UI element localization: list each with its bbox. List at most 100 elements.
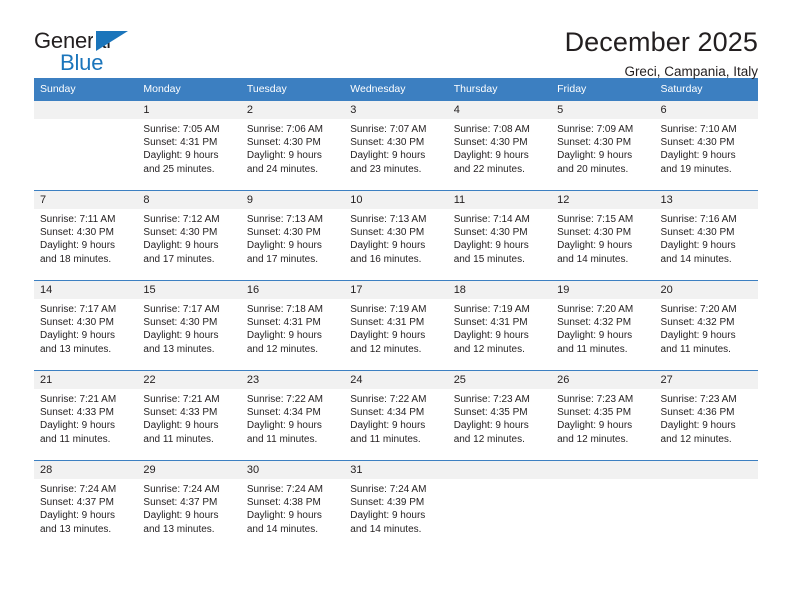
sunrise-text: Sunrise: 7:20 AM bbox=[557, 304, 634, 315]
day-cell[interactable]: 15 Sunrise: 7:17 AM Sunset: 4:30 PM Dayligh… bbox=[137, 280, 241, 370]
day-cell[interactable]: 26 Sunrise: 7:23 AM Sunset: 4:35 PM Dayligh… bbox=[551, 370, 655, 460]
calendar-week-row: 7 Sunrise: 7:11 AM Sunset: 4:30 PM Daylight… bbox=[34, 190, 758, 280]
day-cell[interactable]: 10 Sunrise: 7:13 AM Sunset: 4:30 PM Dayligh… bbox=[344, 190, 448, 280]
daylight-text-line1: Daylight: 9 hours bbox=[246, 510, 322, 522]
day-cell[interactable]: 20 Sunrise: 7:20 AM Sunset: 4:32 PM Dayligh… bbox=[654, 280, 758, 370]
day-cell[interactable]: 4 Sunrise: 7:08 AM Sunset: 4:30 PM Daylight… bbox=[447, 100, 552, 190]
sunrise-text: Sunrise: 7:23 AM bbox=[453, 394, 530, 405]
day-details: Sunrise: 7:20 AM Sunset: 4:32 PM Daylight:… bbox=[551, 299, 654, 356]
day-cell[interactable]: 24 Sunrise: 7:22 AM Sunset: 4:34 PM Dayligh… bbox=[344, 370, 448, 460]
day-cell[interactable]: 14 Sunrise: 7:17 AM Sunset: 4:30 PM Dayligh… bbox=[34, 280, 138, 370]
sunrise-text: Sunrise: 7:23 AM bbox=[660, 394, 737, 405]
daylight-text-line1: Daylight: 9 hours bbox=[143, 150, 219, 162]
daylight-text-line2: and 11 minutes. bbox=[557, 343, 628, 355]
day-cell[interactable]: 9 Sunrise: 7:13 AM Sunset: 4:30 PM Daylight… bbox=[240, 190, 345, 280]
general-blue-logo: General Blue bbox=[34, 28, 154, 82]
day-cell[interactable]: 21 Sunrise: 7:21 AM Sunset: 4:33 PM Dayligh… bbox=[34, 370, 138, 460]
daylight-text-line2: and 12 minutes. bbox=[453, 433, 525, 445]
daylight-text-line1: Daylight: 9 hours bbox=[453, 330, 529, 342]
sunrise-text: Sunrise: 7:20 AM bbox=[660, 304, 737, 315]
daylight-text-line1: Daylight: 9 hours bbox=[557, 330, 633, 342]
daylight-text-line1: Daylight: 9 hours bbox=[143, 510, 219, 522]
day-number: 30 bbox=[240, 461, 345, 479]
day-details: Sunrise: 7:21 AM Sunset: 4:33 PM Daylight:… bbox=[34, 389, 137, 446]
sunrise-text: Sunrise: 7:18 AM bbox=[246, 304, 323, 315]
day-details: Sunrise: 7:13 AM Sunset: 4:30 PM Daylight:… bbox=[344, 209, 447, 266]
day-cell[interactable]: 25 Sunrise: 7:23 AM Sunset: 4:35 PM Dayligh… bbox=[447, 370, 552, 460]
day-cell[interactable]: 8 Sunrise: 7:12 AM Sunset: 4:30 PM Daylight… bbox=[137, 190, 241, 280]
daylight-text-line2: and 24 minutes. bbox=[246, 163, 319, 175]
day-number: 9 bbox=[240, 191, 345, 209]
sunset-text: Sunset: 4:31 PM bbox=[143, 137, 218, 149]
daylight-text-line2: and 20 minutes. bbox=[557, 163, 629, 175]
day-details: Sunrise: 7:17 AM Sunset: 4:30 PM Daylight:… bbox=[137, 299, 240, 356]
daylight-text-line1: Daylight: 9 hours bbox=[557, 420, 633, 432]
day-details: Sunrise: 7:24 AM Sunset: 4:37 PM Daylight:… bbox=[137, 479, 240, 536]
day-details: Sunrise: 7:22 AM Sunset: 4:34 PM Daylight:… bbox=[241, 389, 344, 446]
day-cell[interactable]: 13 Sunrise: 7:16 AM Sunset: 4:30 PM Dayligh… bbox=[654, 190, 758, 280]
sunset-text: Sunset: 4:36 PM bbox=[660, 407, 735, 419]
day-cell[interactable]: 5 Sunrise: 7:09 AM Sunset: 4:30 PM Daylight… bbox=[551, 100, 655, 190]
sunset-text: Sunset: 4:33 PM bbox=[40, 407, 114, 419]
day-details: Sunrise: 7:14 AM Sunset: 4:30 PM Daylight:… bbox=[448, 209, 551, 266]
daylight-text-line2: and 11 minutes. bbox=[350, 433, 421, 445]
daylight-text-line1: Daylight: 9 hours bbox=[40, 420, 116, 432]
day-cell[interactable]: 2 Sunrise: 7:06 AM Sunset: 4:30 PM Daylight… bbox=[240, 100, 345, 190]
sunrise-text: Sunrise: 7:16 AM bbox=[660, 214, 737, 225]
day-details: Sunrise: 7:09 AM Sunset: 4:30 PM Daylight:… bbox=[551, 119, 654, 176]
day-details: Sunrise: 7:11 AM Sunset: 4:30 PM Daylight:… bbox=[34, 209, 137, 266]
daylight-text-line1: Daylight: 9 hours bbox=[350, 420, 426, 432]
day-cell[interactable]: 18 Sunrise: 7:19 AM Sunset: 4:31 PM Dayligh… bbox=[447, 280, 552, 370]
sunrise-text: Sunrise: 7:06 AM bbox=[246, 124, 323, 135]
daylight-text-line1: Daylight: 9 hours bbox=[660, 240, 736, 252]
day-cell[interactable]: 30 Sunrise: 7:24 AM Sunset: 4:38 PM Dayligh… bbox=[240, 460, 345, 550]
day-cell[interactable]: 31 Sunrise: 7:24 AM Sunset: 4:39 PM Dayligh… bbox=[344, 460, 448, 550]
sunset-text: Sunset: 4:34 PM bbox=[246, 407, 321, 419]
daylight-text-line2: and 11 minutes. bbox=[660, 343, 731, 355]
sunset-text: Sunset: 4:30 PM bbox=[143, 317, 218, 329]
day-number: 28 bbox=[34, 461, 138, 479]
day-cell[interactable] bbox=[654, 460, 758, 550]
day-number: 6 bbox=[654, 101, 758, 119]
sunrise-text: Sunrise: 7:13 AM bbox=[246, 214, 323, 225]
day-cell[interactable] bbox=[551, 460, 655, 550]
day-cell[interactable]: 1 Sunrise: 7:05 AM Sunset: 4:31 PM Daylight… bbox=[137, 100, 241, 190]
day-details: Sunrise: 7:23 AM Sunset: 4:36 PM Daylight:… bbox=[655, 389, 758, 446]
day-cell[interactable]: 19 Sunrise: 7:20 AM Sunset: 4:32 PM Dayligh… bbox=[551, 280, 655, 370]
day-cell[interactable]: 17 Sunrise: 7:19 AM Sunset: 4:31 PM Dayligh… bbox=[344, 280, 448, 370]
day-cell[interactable]: 6 Sunrise: 7:10 AM Sunset: 4:30 PM Daylight… bbox=[654, 100, 758, 190]
calendar-week-row: 14 Sunrise: 7:17 AM Sunset: 4:30 PM Dayligh… bbox=[34, 280, 758, 370]
day-cell[interactable] bbox=[447, 460, 552, 550]
daylight-text-line1: Daylight: 9 hours bbox=[350, 150, 426, 162]
weekday-header-wednesday: Wednesday bbox=[344, 78, 448, 100]
day-cell[interactable]: 27 Sunrise: 7:23 AM Sunset: 4:36 PM Dayligh… bbox=[654, 370, 758, 460]
daylight-text-line1: Daylight: 9 hours bbox=[453, 420, 529, 432]
sunrise-text: Sunrise: 7:08 AM bbox=[453, 124, 530, 135]
day-cell[interactable] bbox=[34, 100, 138, 190]
day-cell[interactable]: 23 Sunrise: 7:22 AM Sunset: 4:34 PM Dayligh… bbox=[240, 370, 345, 460]
daylight-text-line2: and 11 minutes. bbox=[40, 433, 111, 445]
daylight-text-line1: Daylight: 9 hours bbox=[246, 150, 322, 162]
day-cell[interactable]: 12 Sunrise: 7:15 AM Sunset: 4:30 PM Dayligh… bbox=[551, 190, 655, 280]
day-number: 26 bbox=[551, 371, 655, 389]
day-cell[interactable]: 22 Sunrise: 7:21 AM Sunset: 4:33 PM Dayligh… bbox=[137, 370, 241, 460]
daylight-text-line1: Daylight: 9 hours bbox=[143, 330, 219, 342]
day-cell[interactable]: 29 Sunrise: 7:24 AM Sunset: 4:37 PM Dayligh… bbox=[137, 460, 241, 550]
day-details: Sunrise: 7:18 AM Sunset: 4:31 PM Daylight:… bbox=[241, 299, 344, 356]
sunset-text: Sunset: 4:37 PM bbox=[143, 497, 218, 509]
day-number: 19 bbox=[551, 281, 655, 299]
day-cell[interactable]: 7 Sunrise: 7:11 AM Sunset: 4:30 PM Daylight… bbox=[34, 190, 138, 280]
daylight-text-line1: Daylight: 9 hours bbox=[660, 420, 736, 432]
sunrise-text: Sunrise: 7:11 AM bbox=[40, 214, 116, 225]
day-cell[interactable]: 28 Sunrise: 7:24 AM Sunset: 4:37 PM Dayligh… bbox=[34, 460, 138, 550]
day-cell[interactable]: 16 Sunrise: 7:18 AM Sunset: 4:31 PM Dayligh… bbox=[240, 280, 345, 370]
title-block: December 2025 Greci, Campania, Italy bbox=[565, 27, 758, 80]
sunrise-sunset-calendar: Sunday Monday Tuesday Wednesday Thursday… bbox=[34, 78, 758, 550]
calendar-page: General Blue December 2025 Greci, Campan… bbox=[0, 0, 792, 612]
day-number bbox=[34, 101, 138, 119]
day-cell[interactable]: 11 Sunrise: 7:14 AM Sunset: 4:30 PM Dayligh… bbox=[447, 190, 552, 280]
day-number: 25 bbox=[447, 371, 552, 389]
daylight-text-line2: and 12 minutes. bbox=[557, 433, 629, 445]
daylight-text-line1: Daylight: 9 hours bbox=[660, 150, 736, 162]
day-cell[interactable]: 3 Sunrise: 7:07 AM Sunset: 4:30 PM Daylight… bbox=[344, 100, 448, 190]
